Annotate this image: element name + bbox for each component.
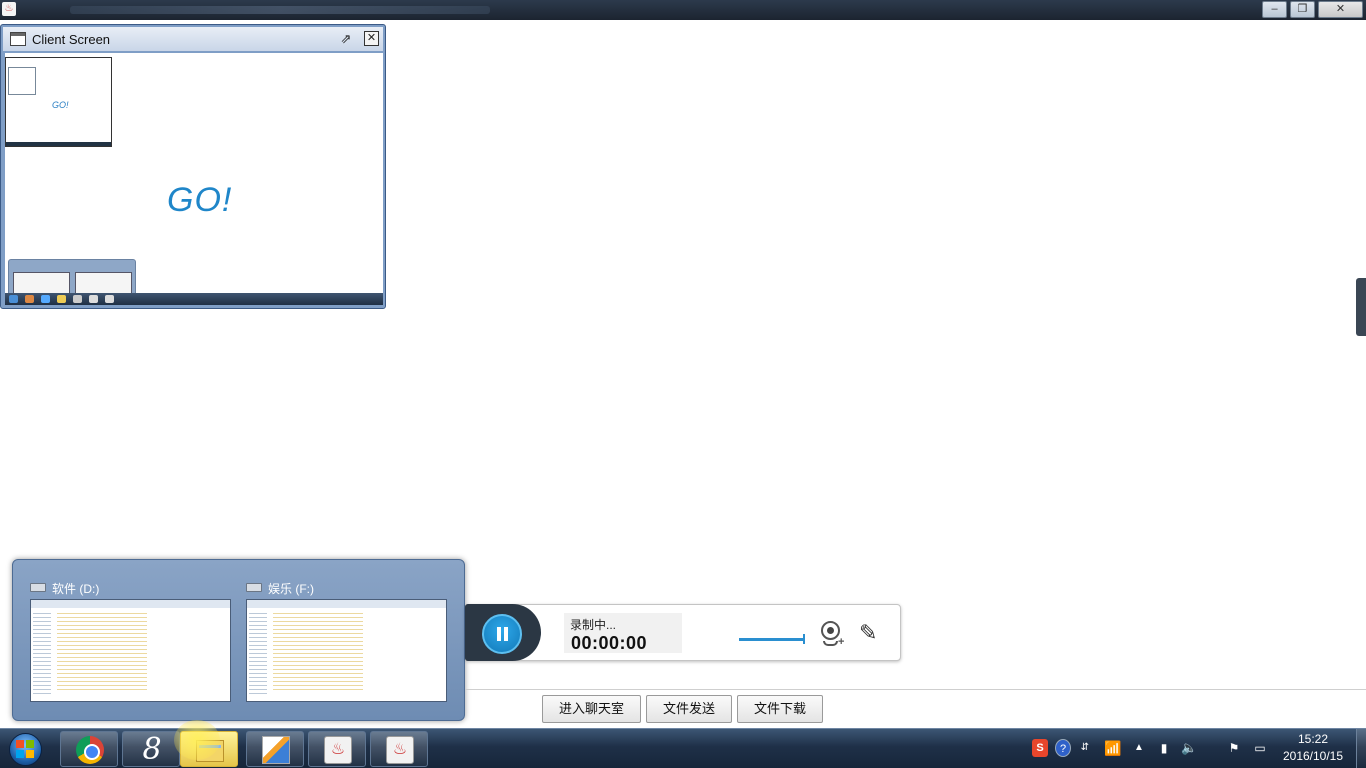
preview-file-list (57, 610, 147, 690)
plus-icon: + (838, 636, 845, 648)
nested-app-icon (57, 295, 66, 303)
client-screen-titlebar[interactable]: Client Screen ⇗ ✕ (3, 27, 383, 51)
close-button[interactable]: ✕ (1318, 1, 1363, 18)
nested-windows-taskbar (5, 293, 383, 305)
drive-icon (246, 583, 262, 592)
recording-status: 录制中... (570, 618, 617, 632)
volume-slider[interactable] (739, 634, 805, 644)
minimize-icon: – (1271, 3, 1278, 15)
ime-switch-icon[interactable]: ⇵ (1079, 739, 1091, 757)
maximize-button[interactable]: ❐ (1290, 1, 1315, 18)
nested-app-icon (25, 295, 34, 303)
nested-go-text: GO! (52, 100, 69, 110)
show-hidden-icons-icon[interactable]: ▲ (1133, 739, 1145, 757)
side-panel-handle[interactable] (1356, 278, 1366, 336)
recording-control-area (465, 604, 541, 661)
taskbar-s8[interactable]: 8 (122, 731, 180, 767)
preview-toolbar (247, 600, 446, 608)
sogou-ime-icon[interactable]: S (1032, 739, 1048, 757)
go-text: GO! (167, 181, 233, 219)
nested-app-icon (105, 295, 114, 303)
client-close-button[interactable]: ✕ (364, 31, 379, 46)
java-icon: ♨ (386, 736, 414, 764)
taskbar-java-1[interactable]: ♨ (308, 731, 366, 767)
java-icon: ♨ (2, 2, 16, 16)
s8-icon: 8 (142, 732, 162, 767)
drive-thumbnail-d[interactable]: 软件 (D:) (30, 574, 233, 704)
cursor-highlight (174, 720, 220, 760)
enter-chat-room-button[interactable]: 进入聊天室 (542, 695, 641, 723)
window-icon (10, 32, 26, 46)
clock-date: 2016/10/15 (1282, 749, 1344, 763)
pause-button[interactable] (482, 614, 522, 654)
display-icon[interactable]: ▭ (1252, 739, 1268, 757)
taskbar-paint[interactable] (246, 731, 304, 767)
clock[interactable]: 15:22 2016/10/15 (1272, 731, 1354, 767)
taskbar-chrome[interactable] (60, 731, 118, 767)
window-preview[interactable] (30, 599, 231, 702)
send-file-button[interactable]: 文件发送 (646, 695, 732, 723)
nested-app-icon (89, 295, 98, 303)
clock-time: 15:22 (1297, 732, 1329, 746)
webcam-icon[interactable]: + (819, 620, 845, 648)
flag-pane (16, 740, 24, 748)
flag-pane (26, 740, 34, 748)
nested-start-icon (9, 295, 18, 303)
drive-label: 软件 (D:) (52, 582, 100, 596)
pen-icon[interactable]: ✎ (859, 621, 883, 645)
drive-icon (30, 583, 46, 592)
java-icon: ♨ (324, 736, 352, 764)
flag-pane (16, 750, 24, 758)
client-screen-title: Client Screen (32, 32, 111, 47)
client-screen-window[interactable]: Client Screen ⇗ ✕ GO! GO! (0, 24, 386, 309)
paint-icon (262, 736, 290, 764)
help-icon[interactable]: ? (1055, 739, 1071, 757)
recording-status-box: 录制中... 00:00:00 (564, 613, 682, 653)
action-center-icon[interactable]: ⚑ (1226, 739, 1242, 757)
nested-app-icon (41, 295, 50, 303)
restore-icon: ❐ (1297, 3, 1308, 15)
start-button[interactable] (6, 731, 46, 767)
nested-window-preview (8, 67, 36, 95)
device-icon[interactable]: ▮ (1156, 739, 1172, 757)
recording-timer: 00:00:00 (571, 633, 648, 653)
download-file-button[interactable]: 文件下载 (737, 695, 823, 723)
nested-app-icon (73, 295, 82, 303)
drive-label: 娱乐 (F:) (268, 582, 314, 596)
taskbar-java-2[interactable]: ♨ (370, 731, 428, 767)
main-window-titlebar: ♨ – ❐ ✕ (0, 0, 1366, 20)
chrome-icon (76, 736, 104, 764)
nested-taskbar (6, 142, 111, 146)
window-title-blurred (70, 6, 490, 14)
client-screen-view[interactable]: GO! GO! (5, 53, 383, 305)
volume-icon[interactable]: 🔈 (1181, 739, 1197, 757)
minimize-button[interactable]: – (1262, 1, 1287, 18)
wifi-icon[interactable]: 📶 (1103, 739, 1123, 757)
preview-toolbar (31, 600, 230, 608)
preview-sidebar (33, 610, 51, 696)
drive-thumbnail-f[interactable]: 娱乐 (F:) (246, 574, 449, 704)
close-icon: ✕ (1335, 3, 1346, 15)
preview-sidebar (249, 610, 267, 696)
webcam-base (823, 641, 838, 646)
show-desktop-button[interactable] (1356, 729, 1366, 768)
divider (465, 689, 1366, 690)
windows-flag-icon (16, 740, 35, 758)
explorer-thumbnail-popup: 软件 (D:) 娱乐 (F:) (12, 559, 465, 721)
window-preview[interactable] (246, 599, 447, 702)
preview-file-list (273, 610, 363, 690)
flag-pane (26, 750, 34, 758)
recording-toolbar: 录制中... 00:00:00 + ✎ (465, 604, 901, 661)
nested-screen-preview: GO! (5, 57, 112, 147)
popout-button[interactable]: ⇗ (338, 31, 354, 46)
